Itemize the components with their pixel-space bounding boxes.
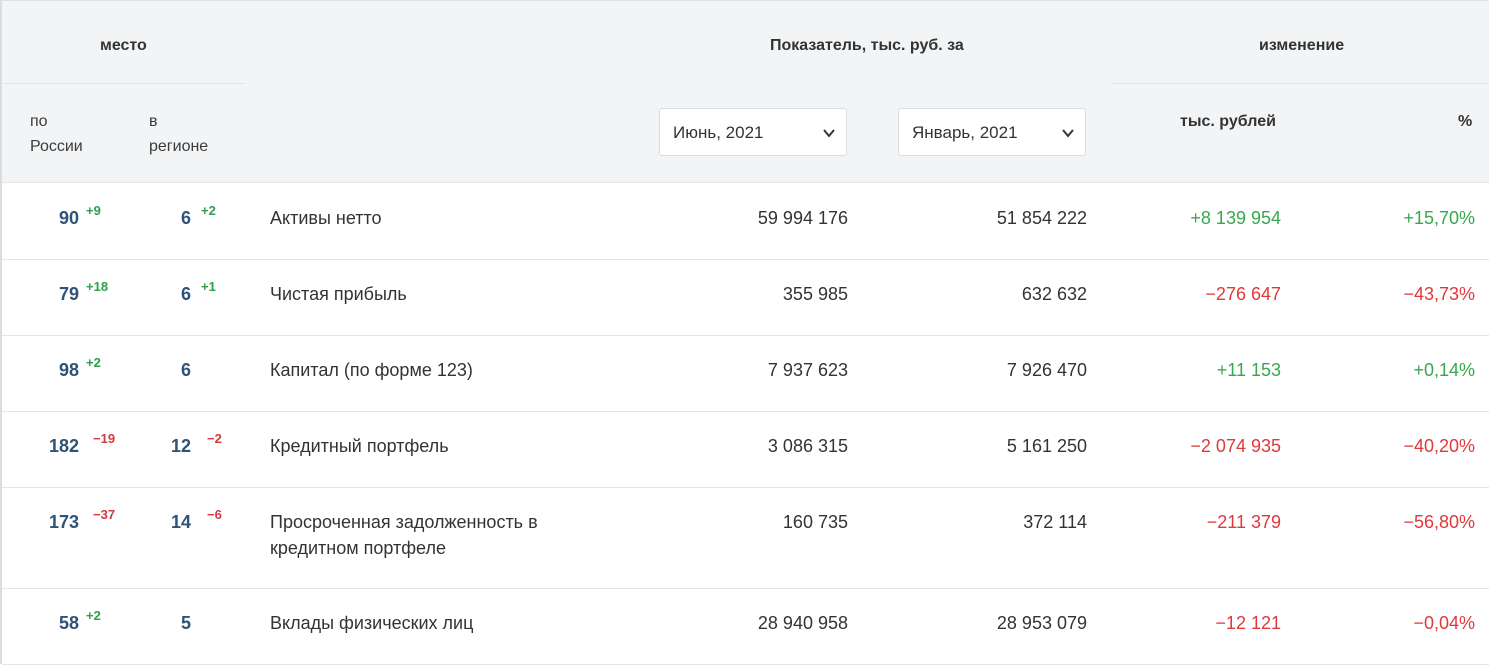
rank-region-delta: −6 xyxy=(207,507,222,522)
rank-russia: 173 xyxy=(48,512,79,532)
indicator-name: Капитал (по форме 123) xyxy=(270,357,570,383)
indicator-name-line: Активы нетто xyxy=(270,208,382,228)
indicator-header: Показатель, тыс. руб. за xyxy=(770,37,964,54)
rank-region: 6 xyxy=(180,208,191,228)
value-period1: 160 735 xyxy=(782,512,848,532)
table-row: 182 −19 12 −2 Кредитный портфель 3 086 315 5 1… xyxy=(2,412,1489,488)
rank-russia-delta: +2 xyxy=(86,355,101,370)
change-abs: −276 647 xyxy=(1205,284,1281,304)
indicator-name: Вклады физических лиц xyxy=(270,610,570,636)
bank-indicators-table: место Показатель, тыс. руб. за изменение… xyxy=(0,0,1489,665)
change-abs: +8 139 954 xyxy=(1190,208,1281,228)
table-row: 90 +9 6 +2 Активы нетто 59 994 176 51 854 222 +… xyxy=(2,184,1489,260)
indicator-name-line: Капитал (по форме 123) xyxy=(270,360,473,380)
value-period1: 3 086 315 xyxy=(767,436,848,456)
pct-change-header: % xyxy=(1458,113,1473,130)
table-row: 58 +2 5 Вклады физических лиц 28 940 958 28 9… xyxy=(2,589,1489,665)
indicator-name-line: Чистая прибыль xyxy=(270,284,407,304)
change-pct: −43,73% xyxy=(1403,284,1475,304)
rank-russia: 182 xyxy=(48,436,79,456)
period1-value: Июнь, 2021 xyxy=(673,123,764,142)
value-period1: 7 937 623 xyxy=(767,360,848,380)
change-abs: −211 379 xyxy=(1206,512,1281,532)
value-period2: 632 632 xyxy=(1021,284,1087,304)
change-abs: +11 153 xyxy=(1216,360,1281,380)
table-header: место Показатель, тыс. руб. за изменение… xyxy=(2,0,1489,183)
indicator-name-line: Вклады физических лиц xyxy=(270,613,474,633)
chevron-down-icon xyxy=(1062,129,1074,138)
rank-region: 5 xyxy=(180,613,191,633)
indicator-name: Активы нетто xyxy=(270,205,570,231)
table-row: 98 +2 6 Капитал (по форме 123) 7 937 623 7 92… xyxy=(2,336,1489,412)
russia-column-header: по России xyxy=(30,113,83,155)
rank-russia: 79 xyxy=(58,284,79,304)
period2-select[interactable]: Январь, 2021 xyxy=(898,108,1086,156)
value-period2: 28 953 079 xyxy=(996,613,1087,633)
value-period1: 59 994 176 xyxy=(757,208,848,228)
value-period2: 7 926 470 xyxy=(1006,360,1087,380)
chevron-down-icon xyxy=(823,129,835,138)
value-period2: 51 854 222 xyxy=(996,208,1087,228)
region-column-header: в регионе xyxy=(149,113,209,155)
period1-select[interactable]: Июнь, 2021 xyxy=(659,108,847,156)
indicator-name-line: кредитном портфеле xyxy=(270,538,446,558)
rank-russia-delta: −19 xyxy=(93,431,116,446)
rank-region: 6 xyxy=(180,284,191,304)
change-pct: +15,70% xyxy=(1403,208,1475,228)
change-pct: −56,80% xyxy=(1403,512,1475,532)
change-pct: +0,14% xyxy=(1413,360,1475,380)
indicator-name-line: Просроченная задолженность в xyxy=(270,512,538,532)
header-divider xyxy=(1112,83,1489,84)
change-header: изменение xyxy=(1259,37,1345,54)
change-pct: −40,20% xyxy=(1403,436,1475,456)
rank-russia-delta: +2 xyxy=(86,608,101,623)
rank-russia: 90 xyxy=(58,208,79,228)
rank-region: 6 xyxy=(180,360,191,380)
header-divider xyxy=(4,83,245,84)
indicator-name-line: Кредитный портфель xyxy=(270,436,449,456)
rank-russia: 58 xyxy=(58,613,79,633)
rank-russia-delta: +18 xyxy=(86,279,109,294)
rank-region: 14 xyxy=(170,512,191,532)
table-row: 79 +18 6 +1 Чистая прибыль 355 985 632 632 −276… xyxy=(2,260,1489,336)
value-period1: 355 985 xyxy=(782,284,848,304)
rank-region-delta: −2 xyxy=(207,431,222,446)
value-period1: 28 940 958 xyxy=(757,613,848,633)
rank-region-delta: +2 xyxy=(201,203,216,218)
indicator-name: Чистая прибыль xyxy=(270,281,570,307)
change-abs: −12 121 xyxy=(1215,613,1281,633)
value-period2: 372 114 xyxy=(1023,512,1087,532)
indicator-name: Кредитный портфель xyxy=(270,433,570,459)
place-header: место xyxy=(100,37,147,54)
period2-value: Январь, 2021 xyxy=(912,123,1018,142)
change-pct: −0,04% xyxy=(1413,613,1475,633)
change-abs: −2 074 935 xyxy=(1190,436,1281,456)
abs-change-header: тыс. рублей xyxy=(1180,113,1276,130)
value-period2: 5 161 250 xyxy=(1006,436,1087,456)
rank-russia: 98 xyxy=(58,360,79,380)
indicator-name: Просроченная задолженность в кредитном по… xyxy=(270,509,570,561)
table-row: 173 −37 14 −6 Просроченная задолженность в кр… xyxy=(2,488,1489,589)
rank-region-delta: +1 xyxy=(201,279,216,294)
rank-russia-delta: +9 xyxy=(86,203,101,218)
rank-region: 12 xyxy=(170,436,191,456)
rank-russia-delta: −37 xyxy=(93,507,116,522)
